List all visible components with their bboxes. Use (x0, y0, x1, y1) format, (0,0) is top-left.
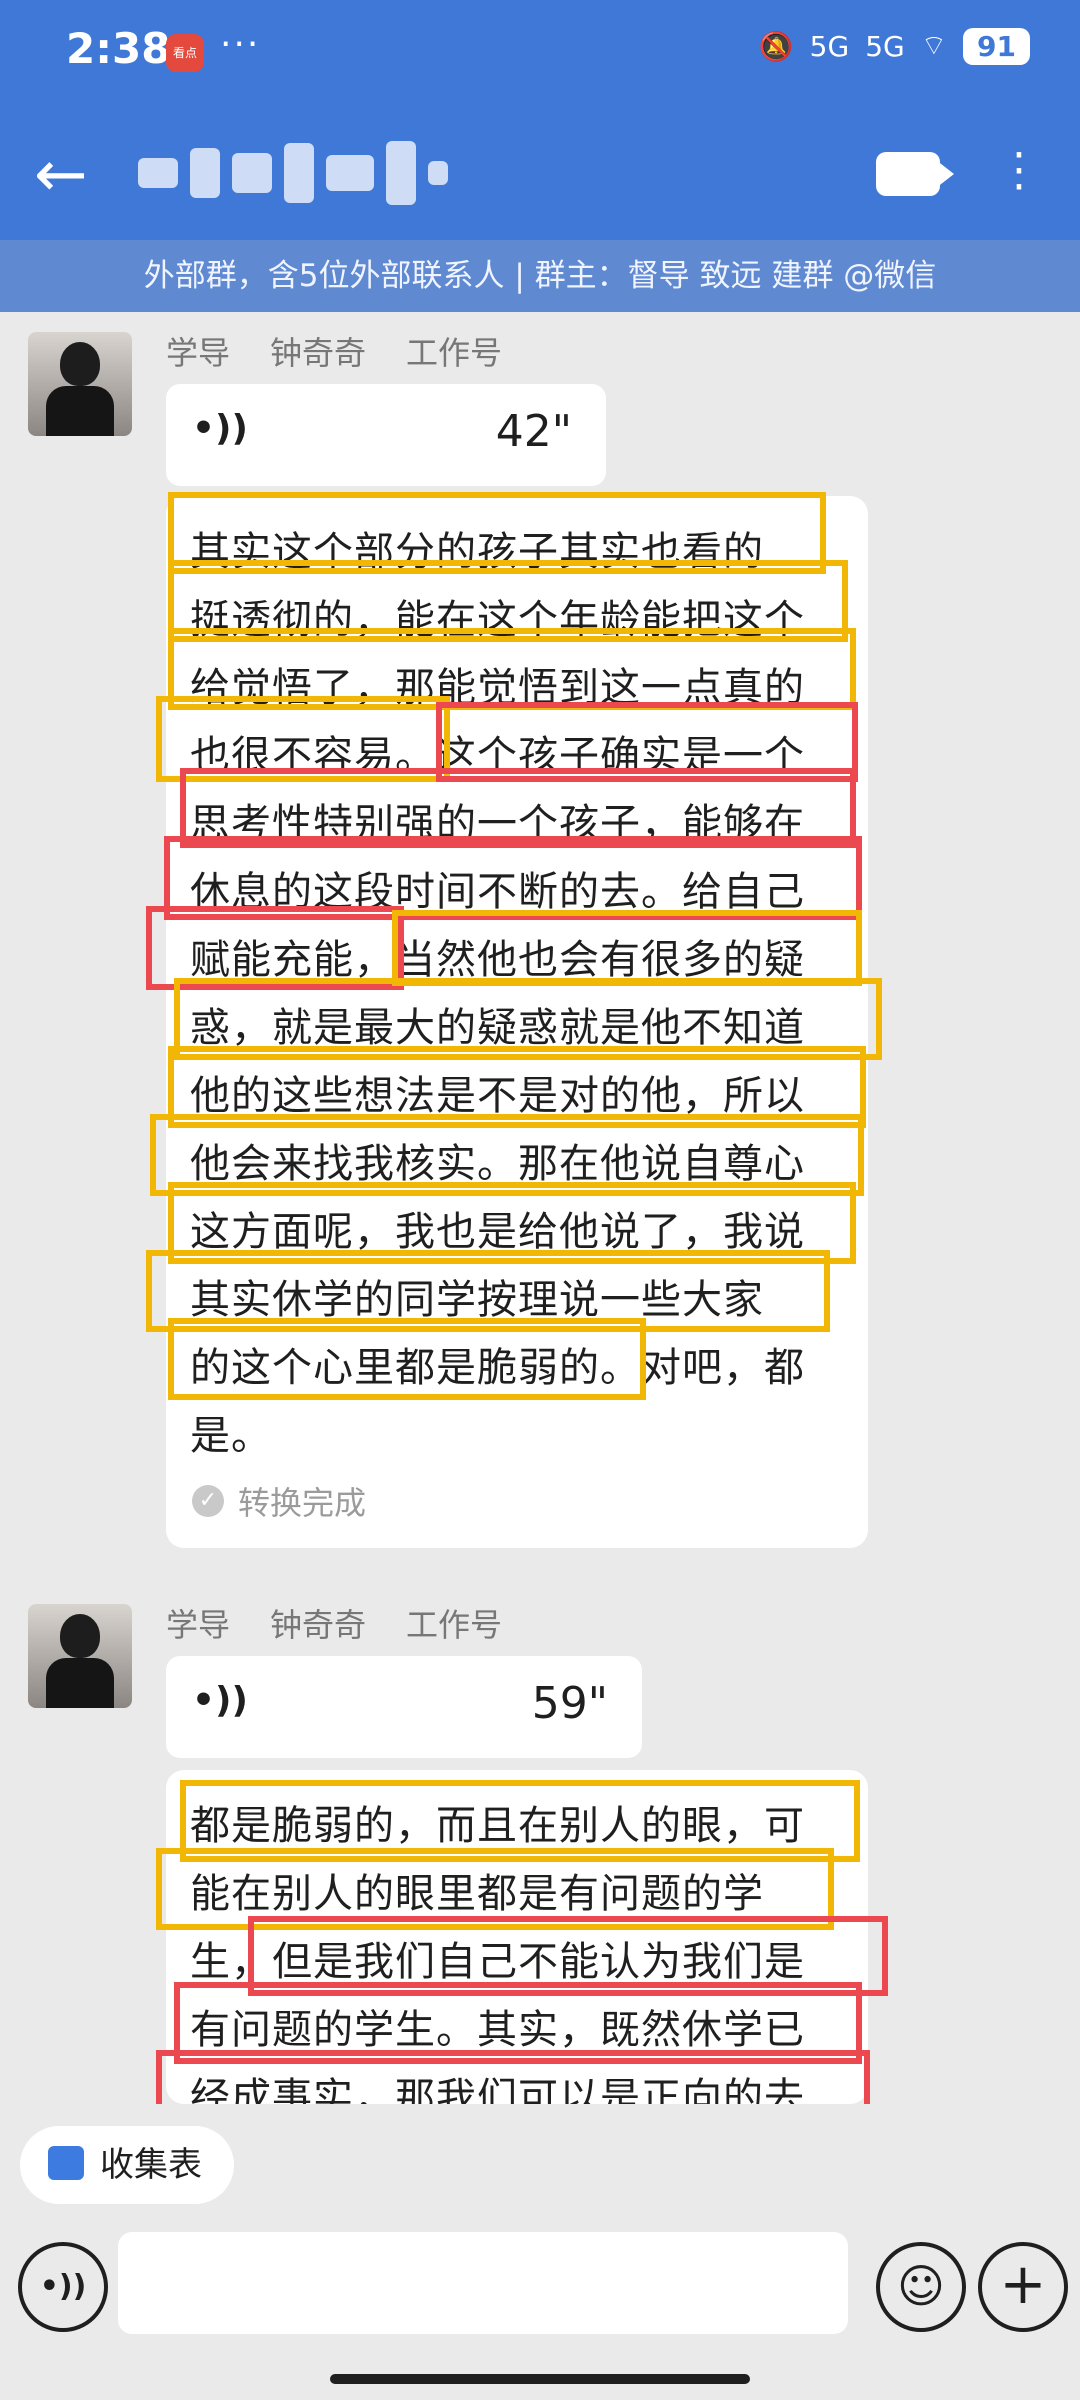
sender-tags: 学导 钟奇奇 工作号 (166, 1600, 502, 1646)
highlight-box (168, 1318, 646, 1400)
highlight-box (168, 1046, 866, 1128)
status-bar: 2:38 看点 ··· 🔕 5G 5G ⌔ 91 (0, 0, 1080, 110)
bottom-input-area: 收集表 •)) ☺ + (0, 2104, 1080, 2400)
group-info-banner[interactable]: 外部群，含5位外部联系人 | 群主：督导 致远 建群 @微信 (0, 240, 1080, 312)
home-indicator (330, 2374, 750, 2384)
highlight-box (180, 1780, 860, 1862)
folder-icon (48, 2146, 84, 2180)
status-time: 2:38 (66, 24, 171, 73)
highlight-box (168, 492, 826, 574)
sender-label: 工作号 (406, 334, 503, 372)
highlight-box (168, 628, 856, 710)
avatar[interactable] (28, 1604, 132, 1708)
highlight-box (150, 1114, 864, 1196)
plus-icon[interactable]: + (978, 2242, 1068, 2332)
highlight-box (436, 702, 858, 782)
highlight-box (248, 1916, 888, 1996)
voice-message[interactable]: •)) 42" (166, 384, 606, 486)
voice-duration: 42" (495, 406, 572, 457)
battery-level: 91 (963, 28, 1030, 65)
chat-header: ← · · · (0, 120, 1080, 240)
voice-duration: 59" (531, 1678, 608, 1729)
conversion-status: ✓ 转换完成 (192, 1478, 366, 1524)
voice-wave-icon: •)) (192, 408, 248, 449)
sender-role: 学导 (166, 1606, 231, 1644)
blurred-chat-title (138, 138, 498, 208)
highlight-box (146, 1250, 830, 1332)
collect-form-button[interactable]: 收集表 (20, 2126, 234, 2204)
highlight-box (174, 978, 882, 1060)
emoji-icon[interactable]: ☺ (876, 2242, 966, 2332)
message-input[interactable] (118, 2232, 848, 2334)
top-bar: 2:38 看点 ··· 🔕 5G 5G ⌔ 91 ← · · · 外部群，含5位外部… (0, 0, 1080, 312)
more-notifications-icon: ··· (220, 24, 261, 65)
wifi-icon: ⌔ (920, 29, 948, 62)
input-row: •)) ☺ + (0, 2232, 1080, 2342)
video-call-icon[interactable] (876, 152, 954, 196)
voice-message[interactable]: •)) 59" (166, 1656, 642, 1758)
app-badge-icon: 看点 (166, 34, 204, 72)
voice-input-icon[interactable]: •)) (18, 2242, 108, 2332)
collect-form-label: 收集表 (100, 2145, 202, 2185)
highlight-box (156, 696, 450, 782)
highlight-box (164, 836, 862, 920)
mute-icon: 🔕 (758, 30, 794, 63)
avatar[interactable] (28, 332, 132, 436)
more-options-icon[interactable]: · · · (1012, 134, 1026, 210)
highlight-box (168, 560, 848, 642)
sender-role: 学导 (166, 334, 231, 372)
signal-5g-icon: 5G (865, 30, 905, 63)
text-line: 是。 (190, 1413, 272, 1459)
sender-name: 钟奇奇 (270, 1606, 367, 1644)
sender-label: 工作号 (406, 1606, 503, 1644)
sender-name: 钟奇奇 (270, 334, 367, 372)
back-arrow-icon[interactable]: ← (34, 140, 104, 210)
signal-5g-icon: 5G (809, 30, 850, 63)
sender-tags: 学导 钟奇奇 工作号 (166, 328, 502, 374)
highlight-box (168, 1182, 856, 1264)
check-icon: ✓ (192, 1485, 224, 1517)
highlight-box (174, 1982, 862, 2064)
status-icons: 🔕 5G 5G ⌔ 91 (759, 28, 1030, 65)
highlight-box (156, 1848, 834, 1930)
highlight-box (156, 2050, 870, 2114)
highlight-box (180, 768, 856, 848)
voice-wave-icon: •)) (192, 1680, 248, 1721)
conversion-status-text: 转换完成 (238, 1484, 367, 1522)
highlight-box (392, 910, 862, 986)
highlight-box (146, 906, 404, 990)
